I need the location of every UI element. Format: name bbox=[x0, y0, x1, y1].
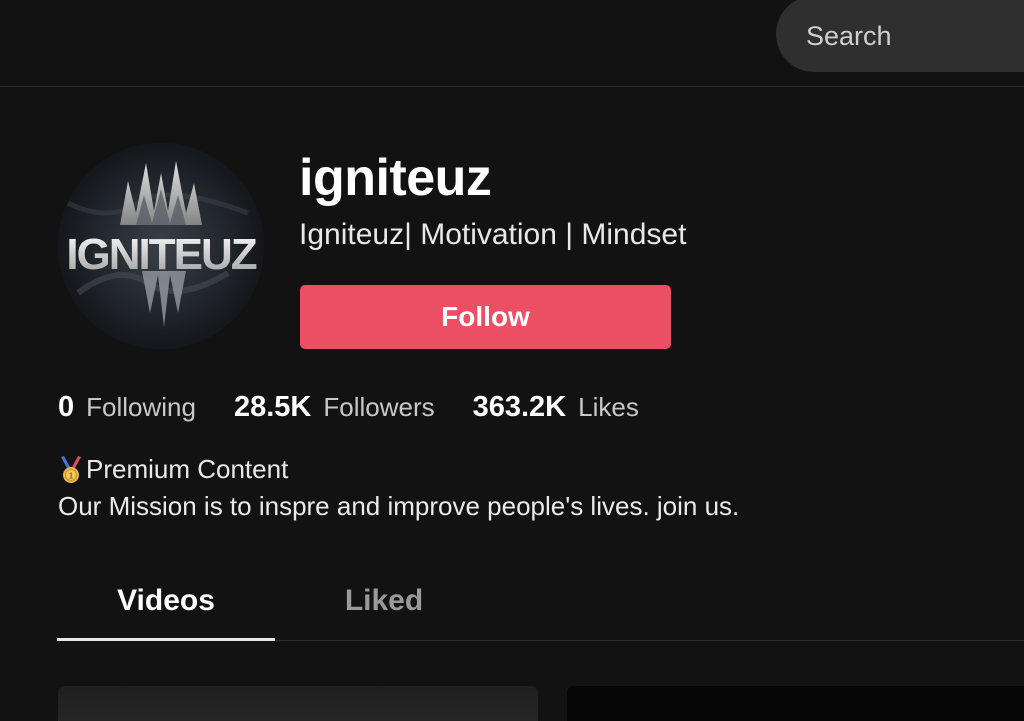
bio-mission-text: Our Mission is to inspre and improve peo… bbox=[58, 491, 740, 521]
search-bar[interactable] bbox=[776, 0, 1024, 72]
avatar-logo-text: IGNITEUZ bbox=[66, 230, 256, 279]
active-tab-indicator bbox=[57, 638, 275, 641]
video-thumbnail[interactable] bbox=[58, 686, 538, 721]
search-input[interactable] bbox=[804, 18, 1008, 54]
medal-icon: 1 bbox=[61, 455, 81, 483]
likes-count: 363.2K bbox=[472, 391, 567, 423]
tab-videos[interactable]: Videos bbox=[57, 572, 275, 640]
tab-liked[interactable]: Liked bbox=[275, 572, 493, 640]
bio-line-premium: 1 Premium Content bbox=[58, 451, 739, 488]
bio-line-mission: Our Mission is to inspre and improve peo… bbox=[58, 488, 739, 525]
stat-following[interactable]: 0 Following bbox=[58, 391, 196, 424]
profile-bio: 1 Premium Content Our Mission is to insp… bbox=[58, 451, 739, 525]
profile-stats: 0 Following 28.5K Followers 363.2K Likes bbox=[58, 391, 677, 431]
profile-subtitle: Igniteuz| Motivation | Mindset bbox=[299, 218, 687, 251]
follow-button[interactable]: Follow bbox=[300, 285, 671, 349]
profile-page: IGNITEUZ igniteuz Igniteuz| Motivation |… bbox=[0, 0, 1024, 721]
top-bar bbox=[0, 0, 1024, 87]
svg-text:1: 1 bbox=[69, 471, 74, 480]
followers-label: Followers bbox=[323, 392, 435, 422]
bio-premium-text: Premium Content bbox=[86, 454, 289, 484]
username: igniteuz bbox=[299, 149, 492, 207]
following-count: 0 bbox=[58, 391, 75, 423]
followers-count: 28.5K bbox=[233, 391, 312, 423]
igniteuz-logo-icon: IGNITEUZ bbox=[58, 143, 264, 349]
avatar[interactable]: IGNITEUZ bbox=[58, 143, 264, 349]
video-thumbnail[interactable] bbox=[567, 686, 1024, 721]
stat-followers[interactable]: 28.5K Followers bbox=[234, 391, 435, 424]
stat-likes: 363.2K Likes bbox=[473, 391, 639, 424]
following-label: Following bbox=[86, 392, 196, 422]
likes-label: Likes bbox=[578, 392, 639, 422]
profile-tabs: Videos Liked bbox=[57, 572, 1024, 641]
